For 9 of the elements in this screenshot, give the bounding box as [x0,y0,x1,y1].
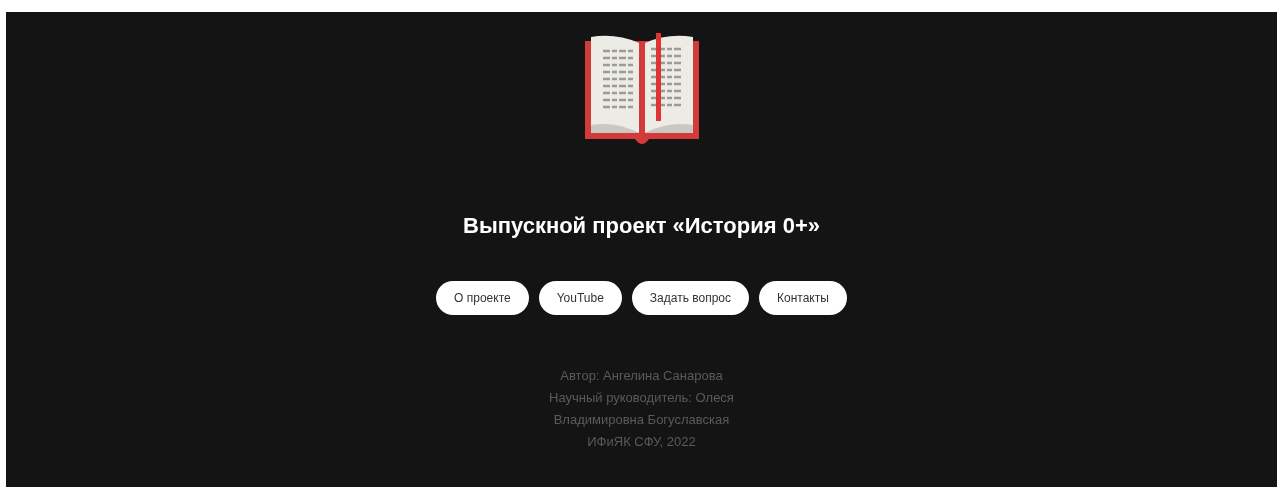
nav-button[interactable]: Контакты [759,281,847,315]
page-title: Выпускной проект «История 0+» [463,212,820,240]
nav-button[interactable]: О проекте [436,281,529,315]
credits-line: Автор: Ангелина Санарова [560,367,723,385]
nav-button[interactable]: Задать вопрос [631,281,750,315]
credits-line: Владимировна Богуславская [553,411,730,429]
nav-button[interactable]: YouTube [538,281,622,315]
credits-line: Научный руководитель: Олеся [549,389,734,407]
credits-line: ИФиЯК СФУ, 2022 [587,433,696,451]
